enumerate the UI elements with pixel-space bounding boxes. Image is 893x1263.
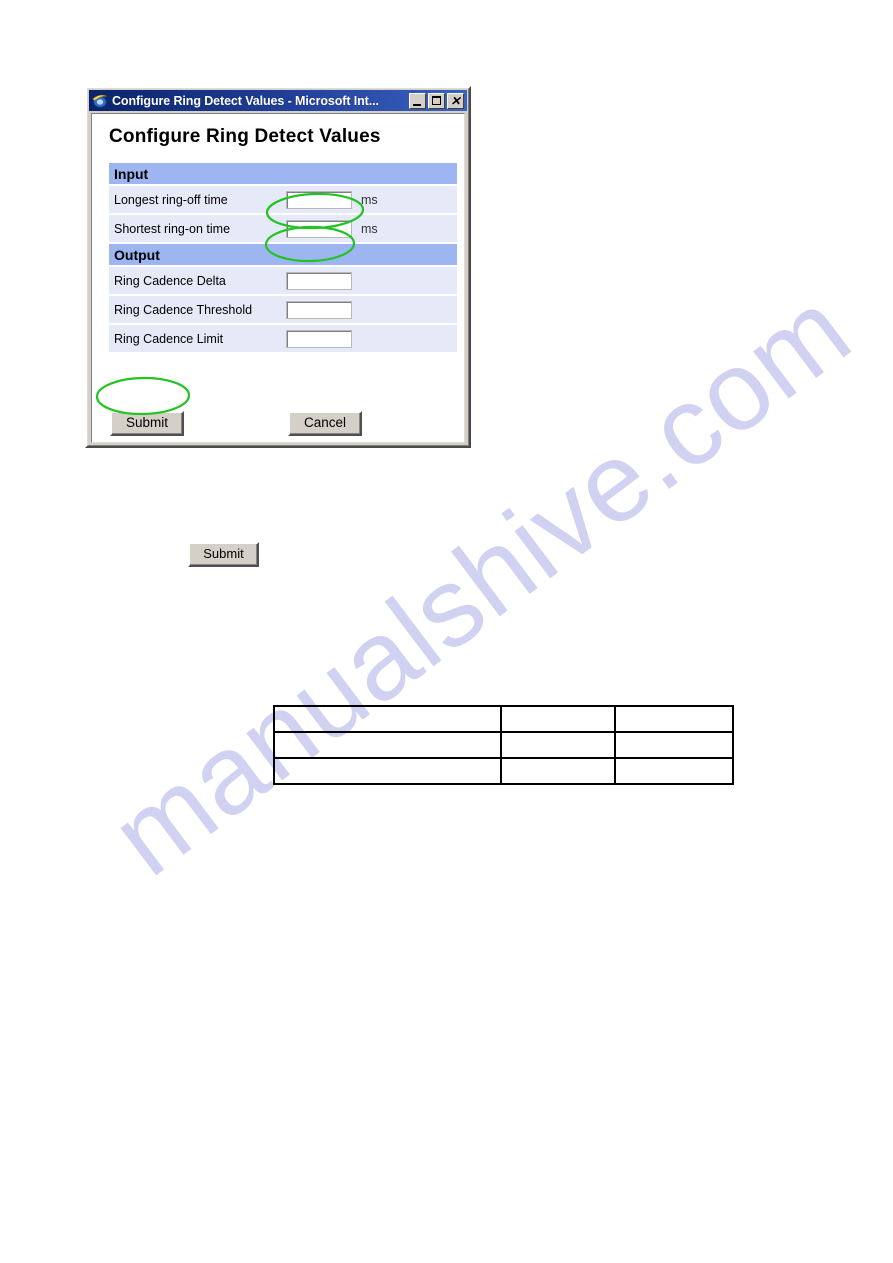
window-titlebar: Configure Ring Detect Values - Microsoft… bbox=[89, 90, 467, 111]
table-cell bbox=[614, 705, 734, 733]
submit-button[interactable]: Submit bbox=[110, 411, 184, 436]
section-header-row-input: Input bbox=[109, 163, 457, 186]
section-header-row-output: Output bbox=[109, 243, 457, 267]
label-ring-cadence-threshold: Ring Cadence Threshold bbox=[109, 295, 286, 325]
window-frame-inner: Configure Ring Detect Values - Microsoft… bbox=[87, 88, 469, 446]
table-row: Ring Cadence Threshold bbox=[109, 295, 457, 325]
maximize-button[interactable] bbox=[428, 92, 445, 109]
minimize-button[interactable] bbox=[409, 92, 426, 109]
field-cell bbox=[286, 214, 358, 244]
table-row: Shortest ring-on time ms bbox=[109, 214, 457, 244]
ring-detect-form-table: Input Longest ring-off time ms Shortest … bbox=[109, 163, 457, 354]
blank-reference-table bbox=[272, 705, 734, 785]
unit-ring-cadence-threshold bbox=[358, 295, 457, 325]
table-cell bbox=[614, 757, 734, 785]
ring-cadence-delta-input[interactable] bbox=[286, 271, 352, 290]
field-cell bbox=[286, 295, 358, 325]
table-cell bbox=[272, 757, 503, 785]
browser-dialog-window: Configure Ring Detect Values - Microsoft… bbox=[85, 86, 471, 448]
table-cell bbox=[500, 705, 617, 733]
table-row bbox=[272, 705, 734, 733]
section-header-input: Input bbox=[109, 163, 457, 186]
dialog-client-area: Configure Ring Detect Values Input Longe… bbox=[91, 113, 465, 443]
internet-explorer-icon bbox=[92, 93, 108, 109]
field-cell bbox=[286, 324, 358, 354]
table-cell bbox=[500, 757, 617, 785]
table-cell bbox=[614, 731, 734, 759]
section-header-output: Output bbox=[109, 243, 457, 267]
label-shortest-ring-on-time: Shortest ring-on time bbox=[109, 214, 286, 244]
close-icon[interactable]: ✕ bbox=[447, 92, 464, 109]
unit-shortest-ring-on-time: ms bbox=[358, 214, 457, 244]
window-title: Configure Ring Detect Values - Microsoft… bbox=[112, 93, 379, 108]
ring-cadence-limit-input[interactable] bbox=[286, 329, 352, 348]
table-row: Ring Cadence Delta bbox=[109, 266, 457, 296]
table-row: Ring Cadence Limit bbox=[109, 324, 457, 354]
table-cell bbox=[272, 705, 503, 733]
unit-ring-cadence-delta bbox=[358, 266, 457, 296]
unit-ring-cadence-limit bbox=[358, 324, 457, 354]
table-row bbox=[272, 731, 734, 759]
table-row bbox=[272, 757, 734, 785]
shortest-ring-on-time-input[interactable] bbox=[286, 219, 352, 238]
table-cell bbox=[500, 731, 617, 759]
field-cell bbox=[286, 185, 358, 215]
standalone-submit-button[interactable]: Submit bbox=[188, 542, 259, 567]
cancel-button[interactable]: Cancel bbox=[288, 411, 362, 436]
label-ring-cadence-delta: Ring Cadence Delta bbox=[109, 266, 286, 296]
ring-cadence-threshold-input[interactable] bbox=[286, 300, 352, 319]
label-ring-cadence-limit: Ring Cadence Limit bbox=[109, 324, 286, 354]
longest-ring-off-time-input[interactable] bbox=[286, 190, 352, 209]
page-title: Configure Ring Detect Values bbox=[109, 126, 381, 147]
table-cell bbox=[272, 731, 503, 759]
close-glyph: ✕ bbox=[450, 93, 461, 108]
unit-longest-ring-off-time: ms bbox=[358, 185, 457, 215]
window-controls: ✕ bbox=[409, 92, 464, 109]
label-longest-ring-off-time: Longest ring-off time bbox=[109, 185, 286, 215]
field-cell bbox=[286, 266, 358, 296]
table-row: Longest ring-off time ms bbox=[109, 185, 457, 215]
